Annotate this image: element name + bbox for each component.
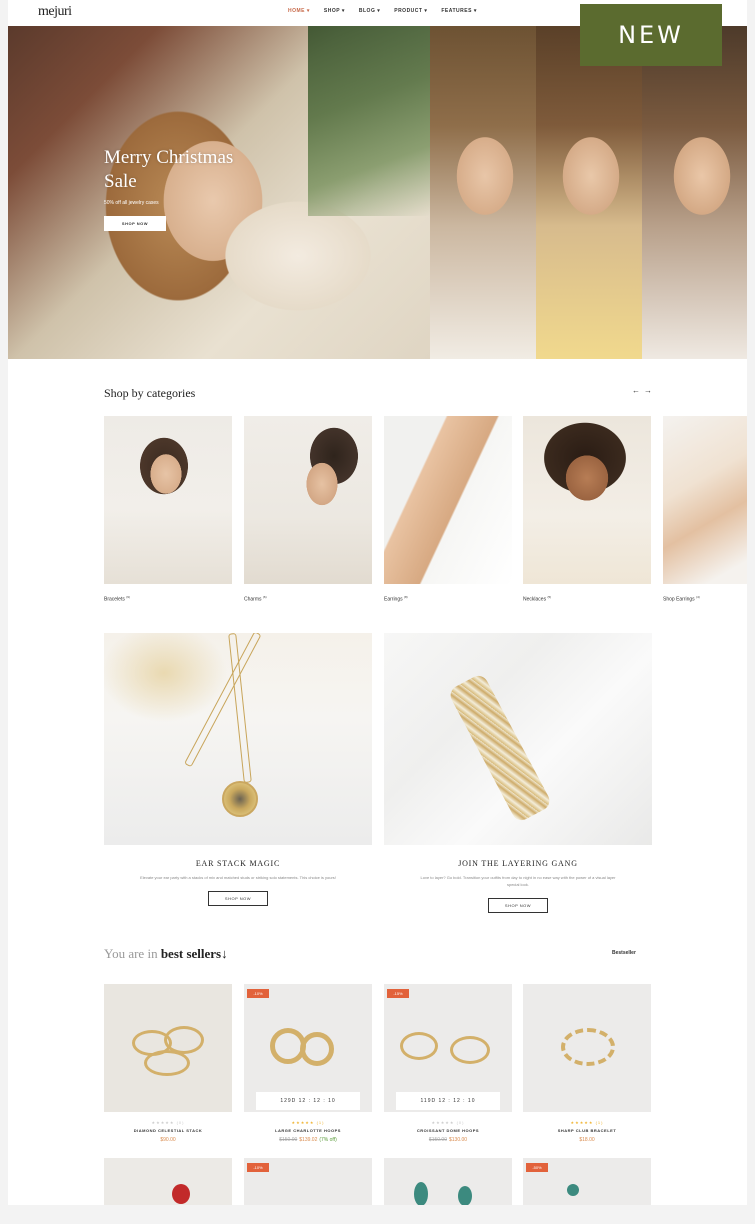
new-badge: NEW [580,4,722,66]
bracelet-decoration [447,672,553,824]
product-image[interactable]: -15% 119D 12 : 12 : 10 [384,984,512,1112]
category-image[interactable] [244,416,372,584]
hero-model-image-1 [430,26,536,359]
product-image[interactable] [104,984,232,1112]
leaf-decoration [458,1186,472,1205]
promo-layering-gang: JOIN THE LAYERING GANG Love to layer? Go… [384,633,652,913]
product-price: $90.00 [160,1137,176,1143]
product-image[interactable]: -10% 129D 12 : 12 : 10 [244,984,372,1112]
sale-badge: -15% [387,989,409,998]
rating-stars: ★★★★★ (0) [431,1120,465,1125]
product-image[interactable] [104,1158,232,1205]
product-name[interactable]: SHARP CLUB BRACELET [523,1128,651,1133]
promo-shop-now-button[interactable]: SHOP NOW [208,891,268,906]
hero-leaves-decoration [308,26,430,216]
promo-image-necklace[interactable] [104,633,372,845]
product-name[interactable]: LARGE CHARLOTTE HOOPS [244,1128,372,1133]
product-price: $150.00 $139.02 (7% off) [279,1137,337,1143]
countdown-timer: 129D 12 : 12 : 10 [256,1092,360,1110]
categories-heading: Shop by categories [104,386,196,400]
promo-description: Love to layer? Go bold. Transition your … [420,875,616,887]
product-name[interactable]: CROISSANT DOME HOOPS [384,1128,512,1133]
product-name[interactable]: DIAMOND CELESTIAL STACK [104,1128,232,1133]
hero-model-image-3 [642,26,747,359]
category-charms[interactable]: Charms (6) [244,416,372,603]
hero-shop-now-button[interactable]: SHOP NOW [104,216,166,231]
hero-subtitle: 50% off all jewelry cases [104,200,159,206]
nav-features[interactable]: FEATURES ▾ [441,8,476,14]
promo-image-bracelet[interactable] [384,633,652,845]
site-logo[interactable]: mejuri [38,4,72,20]
category-label[interactable]: Necklaces (5) [523,595,651,603]
arrow-left-icon[interactable]: ← [632,386,640,395]
promo-ear-stack: EAR STACK MAGIC Elevate your ear party w… [104,633,372,906]
rating-stars: ★★★★★ (1) [570,1120,604,1125]
sale-badge: -10% [247,1163,269,1172]
necklace-pendant [222,781,258,817]
product-card[interactable]: ★★★★★ (1) SHARP CLUB BRACELET $18.00 [523,984,651,1143]
product-card[interactable]: ★★★★★ (0) DIAMOND CELESTIAL STACK $90.00 [104,984,232,1143]
promo-title: EAR STACK MAGIC [195,859,281,868]
best-sellers-heading: You are in best sellers↓ [104,946,228,961]
category-image[interactable] [384,416,512,584]
ring-shape [450,1036,490,1064]
product-card[interactable]: -15% 119D 12 : 12 : 10 ★★★★★ (0) CROISSA… [384,984,512,1143]
countdown-timer: 119D 12 : 12 : 10 [396,1092,500,1110]
category-image[interactable] [663,416,747,584]
categories-arrows: ← → [632,386,652,395]
product-price: $150.00 $130.00 [428,1137,468,1143]
rating-stars: ★★★★★ (0) [151,1120,185,1125]
product-image[interactable]: -10% [244,1158,372,1205]
ring-shape [144,1050,190,1076]
product-price: $18.00 [579,1137,595,1143]
sale-badge: -50% [526,1163,548,1172]
category-image[interactable] [104,416,232,584]
product-image[interactable] [384,1158,512,1205]
hero-title: Merry Christmas Sale [104,147,234,192]
category-image[interactable] [523,416,651,584]
nav-blog[interactable]: BLOG ▾ [359,8,380,14]
sale-badge: -10% [247,989,269,998]
product-grid-row-2: -10% -50% [104,1158,664,1205]
hero-model-image-2 [536,26,642,359]
page-container: mejuri HOME ▾ SHOP ▾ BLOG ▾ PRODUCT ▾ FE… [8,0,747,1205]
product-image[interactable]: -50% [523,1158,651,1205]
promo-shop-now-button[interactable]: SHOP NOW [488,898,548,913]
red-flower-decoration [172,1184,190,1204]
hero-banner: Merry Christmas Sale 50% off all jewelry… [8,26,747,359]
category-label[interactable]: Charms (6) [244,595,372,603]
categories-carousel: Bracelets (9) Charms (6) Earrings (8) Ne… [104,416,747,606]
hero-text-block: Merry Christmas Sale 50% off all jewelry… [104,146,264,231]
promo-title: JOIN THE LAYERING GANG [458,859,578,868]
bestseller-link[interactable]: Bestseller [612,950,636,956]
necklace-chain [184,633,262,768]
category-earrings[interactable]: Earrings (8) [384,416,512,603]
rating-stars: ★★★★★ (1) [291,1120,325,1125]
category-label[interactable]: Bracelets (9) [104,595,232,603]
leaf-decoration [414,1182,428,1205]
nav-home[interactable]: HOME ▾ [288,8,310,14]
category-shop-earrings[interactable]: Shop Earrings (4) [663,416,747,603]
category-bracelets[interactable]: Bracelets (9) [104,416,232,603]
charm-decoration [567,1184,579,1196]
ring-shape [300,1032,334,1066]
ring-shape [400,1032,438,1060]
promo-description: Elevate your ear party with a stacks of … [140,875,336,880]
product-card[interactable]: -10% 129D 12 : 12 : 10 ★★★★★ (1) LARGE C… [244,984,372,1143]
ring-shape [561,1028,615,1066]
nav-shop[interactable]: SHOP ▾ [324,8,345,14]
category-label[interactable]: Shop Earrings (4) [663,595,747,603]
category-necklaces[interactable]: Necklaces (5) [523,416,651,603]
category-label[interactable]: Earrings (8) [384,595,512,603]
main-nav: HOME ▾ SHOP ▾ BLOG ▾ PRODUCT ▾ FEATURES … [288,8,477,14]
arrow-right-icon[interactable]: → [644,386,652,395]
nav-product[interactable]: PRODUCT ▾ [394,8,427,14]
product-image[interactable] [523,984,651,1112]
